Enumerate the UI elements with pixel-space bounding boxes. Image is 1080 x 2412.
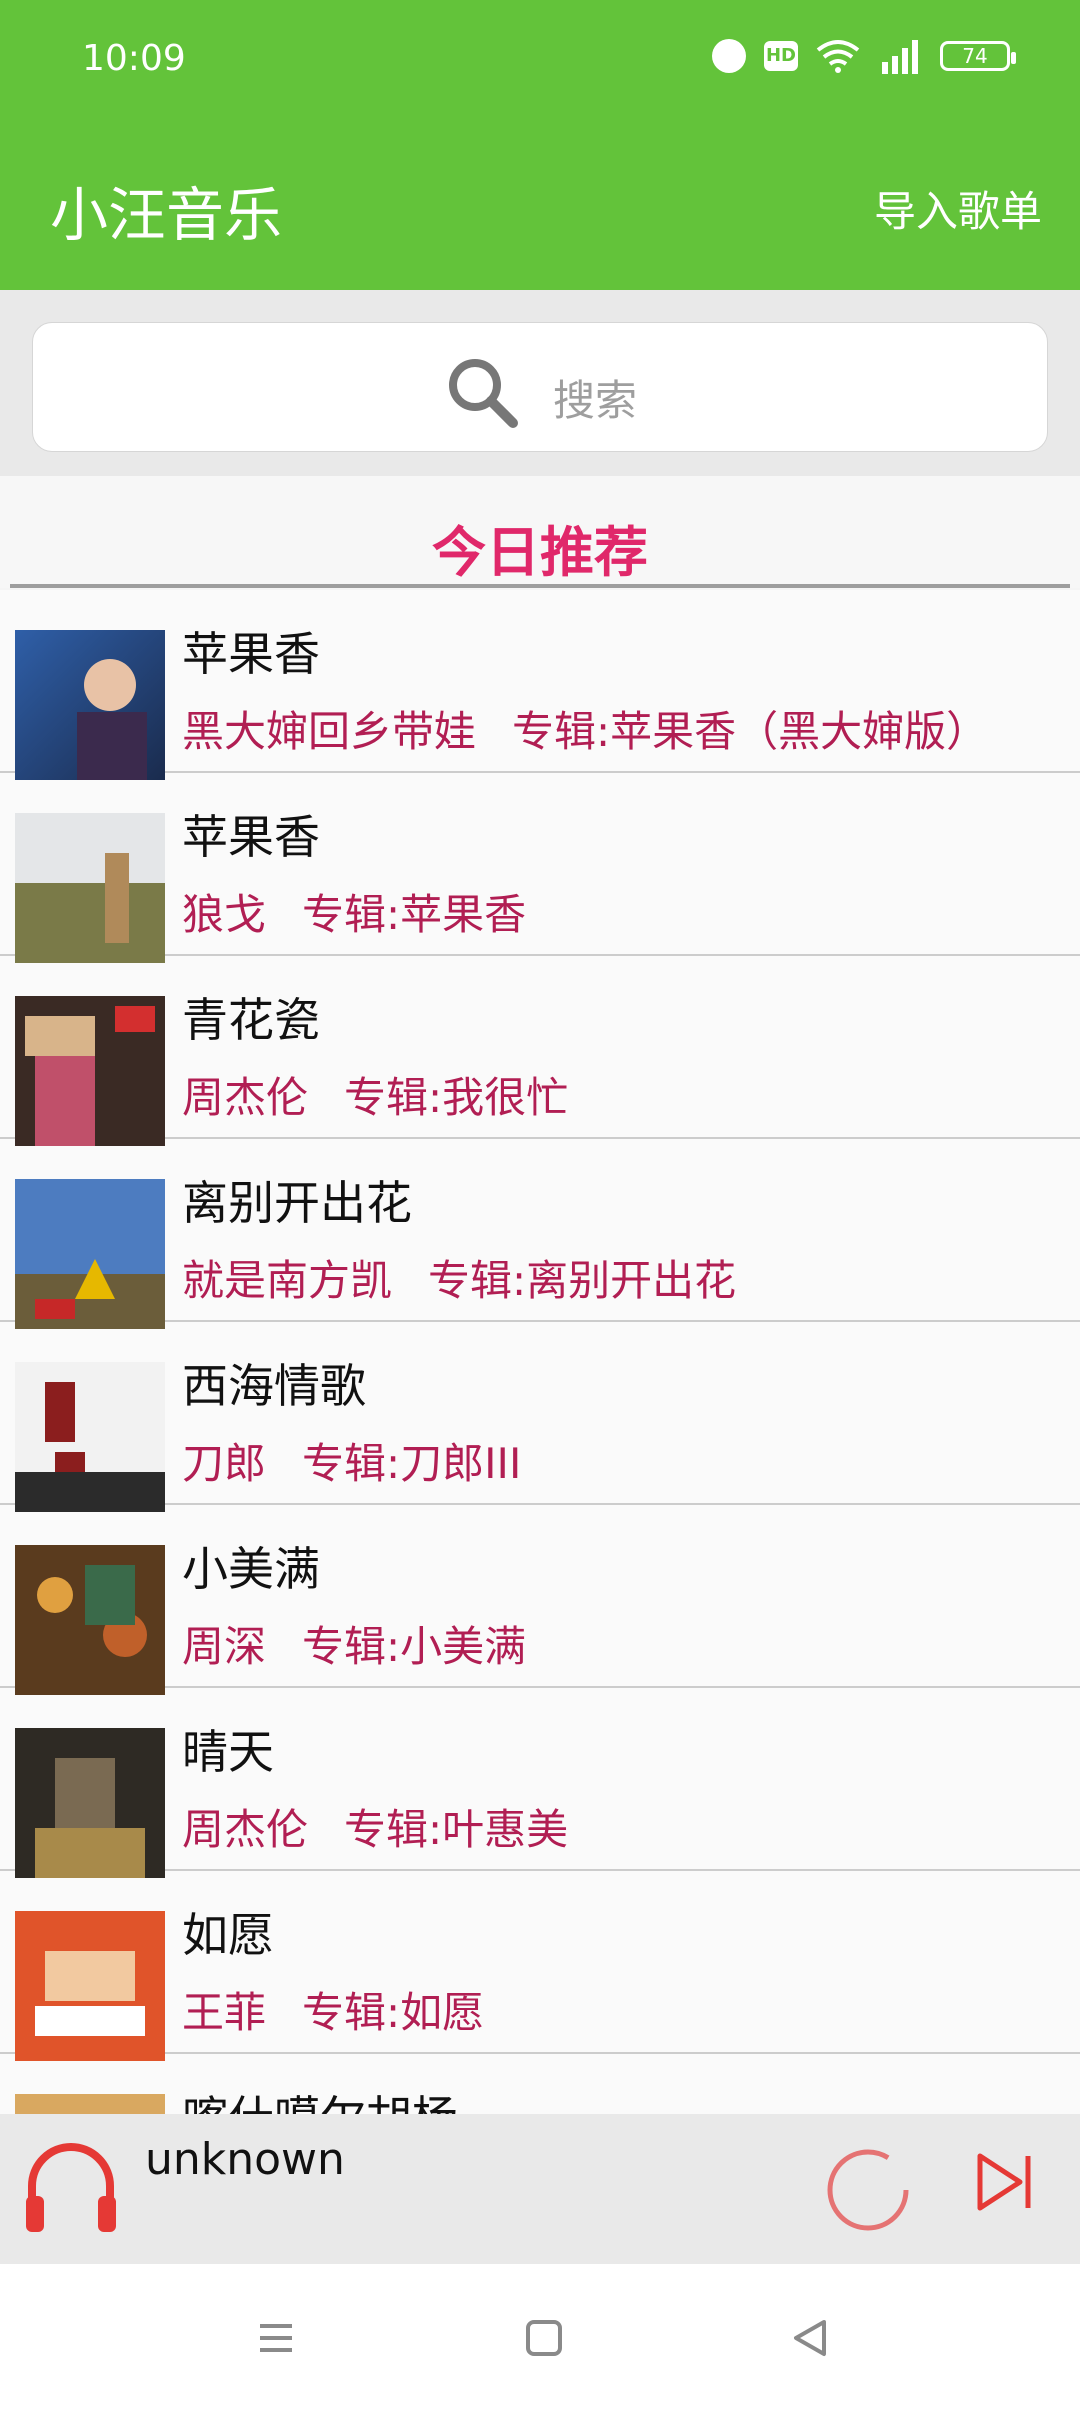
song-artist: 刀郎	[182, 1439, 267, 1488]
song-title: 喀什噶尔胡杨	[182, 2082, 458, 2114]
song-meta: 周杰伦 专辑:叶惠美	[182, 1796, 568, 1857]
song-title: 离别开出花	[182, 1176, 412, 1230]
song-artist: 周深	[182, 1622, 267, 1671]
list-item[interactable]: 喀什噶尔胡杨	[0, 2054, 1080, 2114]
song-artist: 黑大婶回乡带娃	[182, 707, 477, 756]
song-artist: 周杰伦	[182, 1073, 309, 1122]
song-album: 专辑:苹果香（黑大婶版）	[512, 707, 989, 756]
song-artist: 周杰伦	[182, 1805, 309, 1854]
song-album: 专辑:小美满	[302, 1622, 527, 1671]
album-cover	[15, 1362, 165, 1512]
signal-icon	[882, 40, 918, 74]
album-cover	[15, 996, 165, 1146]
song-artist: 就是南方凯	[182, 1256, 393, 1305]
album-cover	[15, 1911, 165, 2061]
import-playlist-button[interactable]: 导入歌单	[874, 178, 1042, 239]
song-meta: 王菲 专辑:如愿	[182, 1979, 484, 2040]
list-item[interactable]: 苹果香 狼戈 专辑:苹果香	[0, 773, 1080, 963]
album-cover	[15, 2094, 165, 2114]
list-item[interactable]: 苹果香 黑大婶回乡带娃 专辑:苹果香（黑大婶版）	[0, 590, 1080, 780]
search-input[interactable]: 搜索	[32, 322, 1048, 452]
song-album: 专辑:离别开出花	[428, 1256, 737, 1305]
song-album: 专辑:如愿	[302, 1988, 485, 2037]
search-placeholder: 搜索	[553, 376, 638, 425]
song-album: 专辑:我很忙	[344, 1073, 569, 1122]
wifi-icon	[816, 40, 860, 73]
song-title: 西海情歌	[182, 1359, 366, 1413]
album-cover	[15, 630, 165, 780]
album-cover	[15, 1545, 165, 1695]
status-icons: HD 74	[712, 38, 1016, 74]
song-artist: 王菲	[182, 1988, 267, 2037]
hd-badge: HD	[764, 41, 798, 71]
list-item[interactable]: 西海情歌 刀郎 专辑:刀郎III	[0, 1322, 1080, 1512]
song-title: 苹果香	[182, 810, 320, 864]
list-item[interactable]: 晴天 周杰伦 专辑:叶惠美	[0, 1688, 1080, 1878]
song-meta: 周深 专辑:小美满	[182, 1613, 526, 1674]
song-title: 青花瓷	[182, 993, 320, 1047]
list-item[interactable]: 如愿 王菲 专辑:如愿	[0, 1871, 1080, 2061]
song-album: 专辑:叶惠美	[344, 1805, 569, 1854]
next-track-icon[interactable]	[972, 2150, 1036, 2214]
section-divider	[10, 584, 1070, 588]
home-icon[interactable]	[514, 2308, 574, 2368]
alarm-icon	[712, 39, 746, 73]
headphones-icon	[26, 2143, 116, 2232]
section-title: 今日推荐	[432, 521, 648, 584]
song-title: 苹果香	[182, 627, 320, 681]
search-icon	[449, 359, 518, 428]
song-meta: 黑大婶回乡带娃 专辑:苹果香（黑大婶版）	[182, 698, 988, 759]
song-meta: 狼戈 专辑:苹果香	[182, 881, 526, 942]
list-item[interactable]: 离别开出花 就是南方凯 专辑:离别开出花	[0, 1139, 1080, 1329]
song-meta: 就是南方凯 专辑:离别开出花	[182, 1247, 736, 1308]
app-header: 10:09 HD 74 小汪音乐 导入歌单	[0, 0, 1080, 290]
now-playing-title: unknown	[145, 2134, 345, 2185]
loading-spinner-icon[interactable]	[826, 2148, 910, 2232]
song-meta: 刀郎 专辑:刀郎III	[182, 1430, 521, 1491]
song-list[interactable]: 苹果香 黑大婶回乡带娃 专辑:苹果香（黑大婶版） 苹果香 狼戈 专辑:苹果香 青花瓷…	[0, 590, 1080, 2114]
album-cover	[15, 1728, 165, 1878]
recommend-header: 今日推荐	[0, 476, 1080, 588]
song-title: 小美满	[182, 1542, 320, 1596]
album-cover	[15, 1179, 165, 1329]
song-title: 如愿	[182, 1908, 274, 1962]
list-item[interactable]: 小美满 周深 专辑:小美满	[0, 1505, 1080, 1695]
album-cover	[15, 813, 165, 963]
list-item[interactable]: 青花瓷 周杰伦 专辑:我很忙	[0, 956, 1080, 1146]
mini-player[interactable]: unknown	[0, 2114, 1080, 2264]
battery-icon: 74	[940, 41, 1016, 71]
status-time: 10:09	[82, 38, 186, 79]
search-area: 搜索	[0, 290, 1080, 476]
song-album: 专辑:苹果香	[302, 890, 527, 939]
app-title: 小汪音乐	[50, 181, 283, 249]
song-meta: 周杰伦 专辑:我很忙	[182, 1064, 568, 1125]
song-title: 晴天	[182, 1725, 274, 1779]
system-nav-bar	[0, 2264, 1080, 2412]
song-album: 专辑:刀郎III	[302, 1439, 522, 1488]
song-artist: 狼戈	[182, 890, 267, 939]
back-icon[interactable]	[780, 2308, 840, 2368]
menu-icon[interactable]	[246, 2308, 306, 2368]
